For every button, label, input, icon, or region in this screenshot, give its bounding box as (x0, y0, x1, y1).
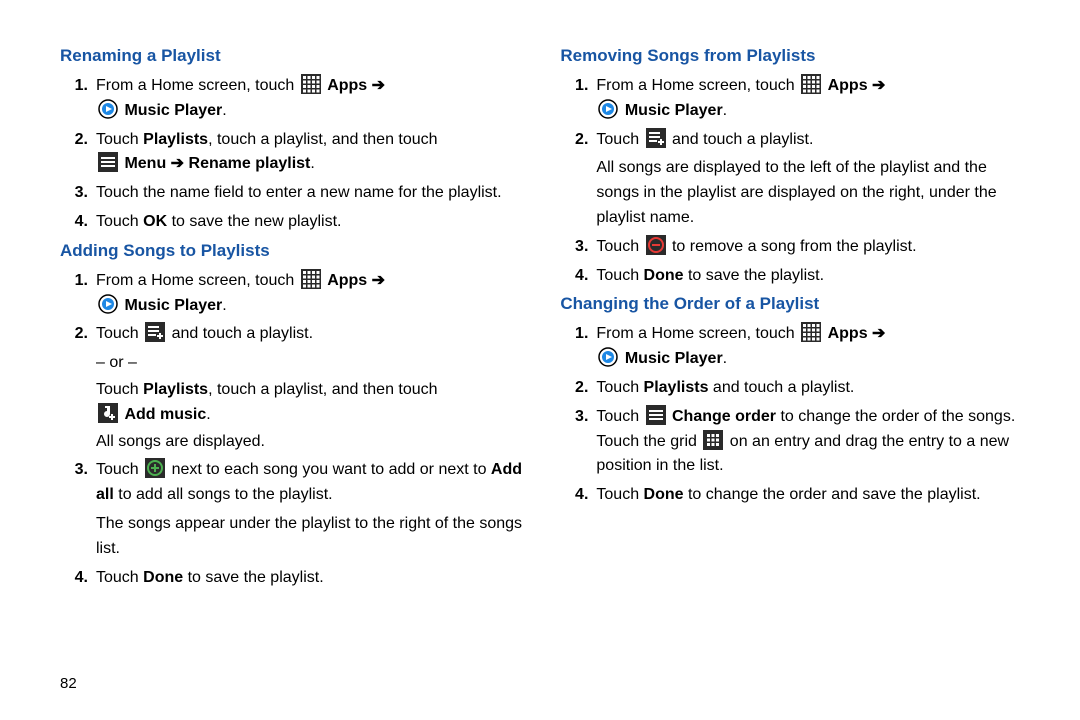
arrow-icon (367, 272, 385, 289)
step-number: 2. (560, 376, 596, 401)
step-text: Touch next to each song you want to add … (96, 458, 530, 508)
step-number: 2. (560, 128, 596, 153)
section-heading-renaming: Renaming a Playlist (60, 46, 530, 66)
step: 4. Touch Done to save the playlist. (60, 566, 530, 591)
step: 4. Touch Done to change the order and sa… (560, 483, 1030, 508)
step-number: 2. (60, 128, 96, 178)
step-text: Touch Playlists and touch a playlist. (596, 376, 1030, 401)
arrow-icon (166, 155, 184, 172)
step-text: Touch Done to change the order and save … (596, 483, 1030, 508)
step-text: From a Home screen, touch Apps Music Pla… (96, 269, 530, 319)
apps-grid-icon (301, 74, 321, 94)
section-heading-adding: Adding Songs to Playlists (60, 241, 530, 261)
step: 1. From a Home screen, touch Apps Music … (560, 322, 1030, 372)
arrow-icon (367, 77, 385, 94)
step-continuation: All songs are displayed. (96, 430, 530, 455)
page-number: 82 (60, 675, 77, 692)
step-number: 3. (560, 405, 596, 479)
step: 1. From a Home screen, touch Apps Music … (60, 269, 530, 319)
step-number: 1. (560, 322, 596, 372)
step: 2. Touch Playlists and touch a playlist. (560, 376, 1030, 401)
step-text: Touch OK to save the new playlist. (96, 210, 530, 235)
note-add-icon (98, 403, 118, 423)
step: 4. Touch OK to save the new playlist. (60, 210, 530, 235)
right-column: Removing Songs from Playlists 1. From a … (550, 40, 1030, 700)
step: 1. From a Home screen, touch Apps Music … (560, 74, 1030, 124)
step-text: From a Home screen, touch Apps Music Pla… (96, 74, 530, 124)
playlist-add-icon (145, 322, 165, 342)
menu-icon (646, 405, 666, 425)
arrow-icon (868, 325, 886, 342)
step: 2. Touch and touch a playlist. (560, 128, 1030, 153)
left-column: Renaming a Playlist 1. From a Home scree… (60, 40, 550, 700)
step: 3. Touch the name field to enter a new n… (60, 181, 530, 206)
step-number: 2. (60, 322, 96, 347)
step-number: 4. (560, 264, 596, 289)
step-text: Touch to remove a song from the playlist… (596, 235, 1030, 260)
step: 4. Touch Done to save the playlist. (560, 264, 1030, 289)
step: 3. Touch Change order to change the orde… (560, 405, 1030, 479)
apps-grid-icon (301, 269, 321, 289)
step: 2. Touch Playlists, touch a playlist, an… (60, 128, 530, 178)
step-text: Touch Playlists, touch a playlist, and t… (96, 128, 530, 178)
manual-page: Renaming a Playlist 1. From a Home scree… (0, 0, 1080, 720)
music-player-icon (598, 99, 618, 119)
step-text: From a Home screen, touch Apps Music Pla… (596, 322, 1030, 372)
music-player-icon (98, 294, 118, 314)
menu-icon (98, 152, 118, 172)
step-number: 4. (560, 483, 596, 508)
music-player-icon (598, 347, 618, 367)
step-number: 1. (60, 269, 96, 319)
step-continuation: – or – (96, 351, 530, 376)
step-number: 3. (60, 181, 96, 206)
arrow-icon (868, 77, 886, 94)
step-number: 4. (60, 566, 96, 591)
drag-grid-icon (703, 430, 723, 450)
section-heading-removing: Removing Songs from Playlists (560, 46, 1030, 66)
playlist-add-icon (646, 128, 666, 148)
step-number: 1. (560, 74, 596, 124)
step-number: 1. (60, 74, 96, 124)
step-text: Touch Change order to change the order o… (596, 405, 1030, 479)
step-number: 4. (60, 210, 96, 235)
music-player-icon (98, 99, 118, 119)
apps-grid-icon (801, 322, 821, 342)
step-continuation: The songs appear under the playlist to t… (96, 512, 530, 562)
step-text: Touch and touch a playlist. (96, 322, 530, 347)
step-text: Touch Done to save the playlist. (596, 264, 1030, 289)
step: 3. Touch to remove a song from the playl… (560, 235, 1030, 260)
section-heading-changing: Changing the Order of a Playlist (560, 294, 1030, 314)
step: 2. Touch and touch a playlist. (60, 322, 530, 347)
step: 3. Touch next to each song you want to a… (60, 458, 530, 508)
step-continuation: Touch Playlists, touch a playlist, and t… (96, 378, 530, 428)
step-text: Touch Done to save the playlist. (96, 566, 530, 591)
apps-grid-icon (801, 74, 821, 94)
step-text: Touch and touch a playlist. (596, 128, 1030, 153)
step-text: From a Home screen, touch Apps Music Pla… (596, 74, 1030, 124)
step: 1. From a Home screen, touch Apps Music … (60, 74, 530, 124)
step-continuation: All songs are displayed to the left of t… (596, 156, 1030, 230)
step-text: Touch the name field to enter a new name… (96, 181, 530, 206)
step-number: 3. (60, 458, 96, 508)
remove-circle-icon (646, 235, 666, 255)
add-circle-icon (145, 458, 165, 478)
step-number: 3. (560, 235, 596, 260)
